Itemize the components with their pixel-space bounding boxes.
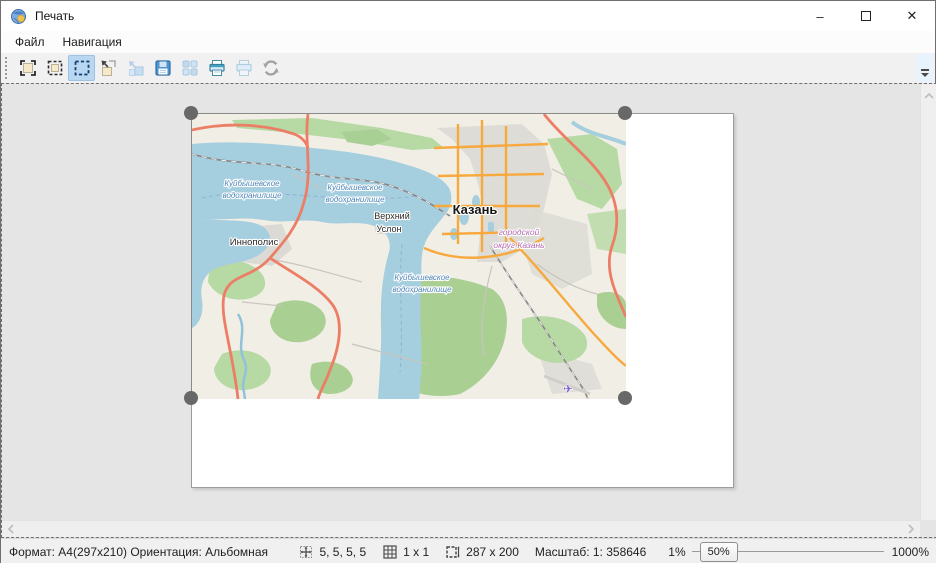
city-label-kazan: Казань (453, 202, 498, 217)
page-sheet: ✈ Куйбышевское водохранилище Куйбышевско… (191, 113, 734, 488)
resize-handle-bottom-right[interactable] (618, 391, 632, 405)
save-tiles-icon-disabled (180, 58, 200, 78)
toolbar-overflow-button[interactable] (916, 54, 933, 82)
move-region-icon (99, 58, 119, 78)
chevron-up-icon (924, 90, 934, 110)
district-label-line2: округ Казань (493, 240, 544, 250)
water-label-3-line2: водохранилище (392, 285, 452, 294)
chevron-down-icon (921, 73, 929, 77)
toolbar-grip[interactable] (5, 57, 10, 79)
select-print-region-button[interactable] (68, 55, 95, 81)
print-icon (207, 58, 227, 78)
save-tiles-button (176, 55, 203, 81)
town-label-uslon-line1: Верхний (374, 211, 409, 221)
water-label-1-line1: Куйбышевское (224, 179, 280, 188)
district-label-line1: городской (499, 227, 540, 237)
toolbar (1, 53, 935, 83)
print-tiles-button (230, 55, 257, 81)
map-print-region[interactable]: ✈ Куйбышевское водохранилище Куйбышевско… (191, 113, 625, 398)
zoom-slider-thumb[interactable]: 50% (700, 542, 738, 562)
vertical-scrollbar[interactable] (920, 84, 936, 520)
refresh-button[interactable] (257, 55, 284, 81)
resize-handle-top-right[interactable] (618, 106, 632, 120)
town-label-uslon-line2: Услон (377, 224, 402, 234)
print-size-value: 287 x 200 (466, 545, 519, 559)
window-title: Печать (35, 9, 74, 23)
map-image: ✈ Куйбышевское водохранилище Куйбышевско… (192, 114, 626, 399)
chevron-right-icon (907, 523, 915, 535)
water-label-2-line1: Куйбышевское (327, 183, 383, 192)
resize-handle-top-left[interactable] (184, 106, 198, 120)
town-label-innopolis: Иннополис (230, 237, 279, 248)
save-button[interactable] (149, 55, 176, 81)
move-page-icon-disabled (126, 58, 146, 78)
horizontal-scrollbar[interactable] (2, 520, 920, 537)
menu-navigation[interactable]: Навигация (54, 33, 131, 51)
full-extent-icon (18, 58, 38, 78)
print-tiles-icon-disabled (234, 58, 254, 78)
globe-icon (10, 8, 27, 25)
refresh-icon (261, 58, 281, 78)
zoom-control: 1% 50% 1000% (668, 542, 929, 562)
close-button[interactable]: ✕ (889, 1, 935, 31)
grid-icon (382, 544, 398, 560)
selected-extent-icon (45, 58, 65, 78)
page-grid-group: 1 x 1 (382, 544, 429, 560)
print-preview-canvas[interactable]: ✈ Куйбышевское водохранилище Куйбышевско… (1, 83, 936, 538)
water-label-3-line1: Куйбышевское (394, 273, 450, 282)
chevron-left-icon (7, 523, 15, 535)
print-size-group: 287 x 200 (445, 544, 519, 560)
print-window: Печать – ✕ Файл Навигация (0, 0, 936, 563)
minimize-button[interactable]: – (797, 1, 843, 31)
titlebar: Печать – ✕ (1, 1, 935, 31)
zoom-slider[interactable]: 50% (692, 542, 884, 562)
menu-bar: Файл Навигация (1, 31, 935, 53)
zoom-max-label: 1000% (892, 545, 929, 559)
save-icon (153, 58, 173, 78)
margins-icon (298, 544, 314, 560)
margins-group: 5, 5, 5, 5 (298, 544, 366, 560)
status-bar: Формат: A4(297x210) Ориентация: Альбомна… (1, 538, 936, 563)
overflow-bar-icon (921, 69, 929, 71)
print-button[interactable] (203, 55, 230, 81)
move-page-button (122, 55, 149, 81)
zoom-min-label: 1% (668, 545, 685, 559)
full-extent-button[interactable] (14, 55, 41, 81)
menu-file[interactable]: Файл (6, 33, 54, 51)
margins-value: 5, 5, 5, 5 (319, 545, 366, 559)
maximize-icon (861, 11, 871, 21)
water-label-1-line2: водохранилище (222, 191, 282, 200)
format-orientation-text: Формат: A4(297x210) Ориентация: Альбомна… (9, 545, 268, 559)
grid-value: 1 x 1 (403, 545, 429, 559)
scale-text: Масштаб: 1: 358646 (535, 545, 646, 559)
selected-extent-button[interactable] (41, 55, 68, 81)
resize-handle-bottom-left[interactable] (184, 391, 198, 405)
airport-icon: ✈ (563, 382, 573, 396)
maximize-button[interactable] (843, 1, 889, 31)
water-label-2-line2: водохранилище (325, 195, 385, 204)
select-region-icon (72, 58, 92, 78)
page-size-icon (445, 544, 461, 560)
move-region-button[interactable] (95, 55, 122, 81)
